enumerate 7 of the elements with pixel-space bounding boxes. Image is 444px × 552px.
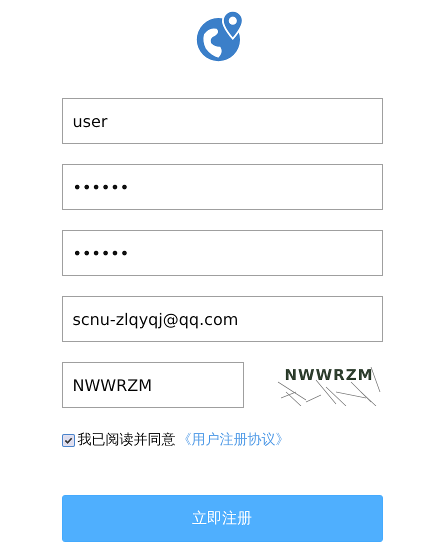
input-field[interactable]: •••••• [62,164,382,210]
input-field[interactable]: scnu-zlqyqj@qq.com [62,296,382,342]
input-field[interactable]: user [62,98,382,144]
captcha-field[interactable]: NWWRZM [62,362,244,408]
input-field[interactable]: •••••• [62,230,382,276]
agreement-text: 我已阅读并同意 [78,431,176,449]
captcha-image[interactable]: NWWRZM [276,362,382,406]
